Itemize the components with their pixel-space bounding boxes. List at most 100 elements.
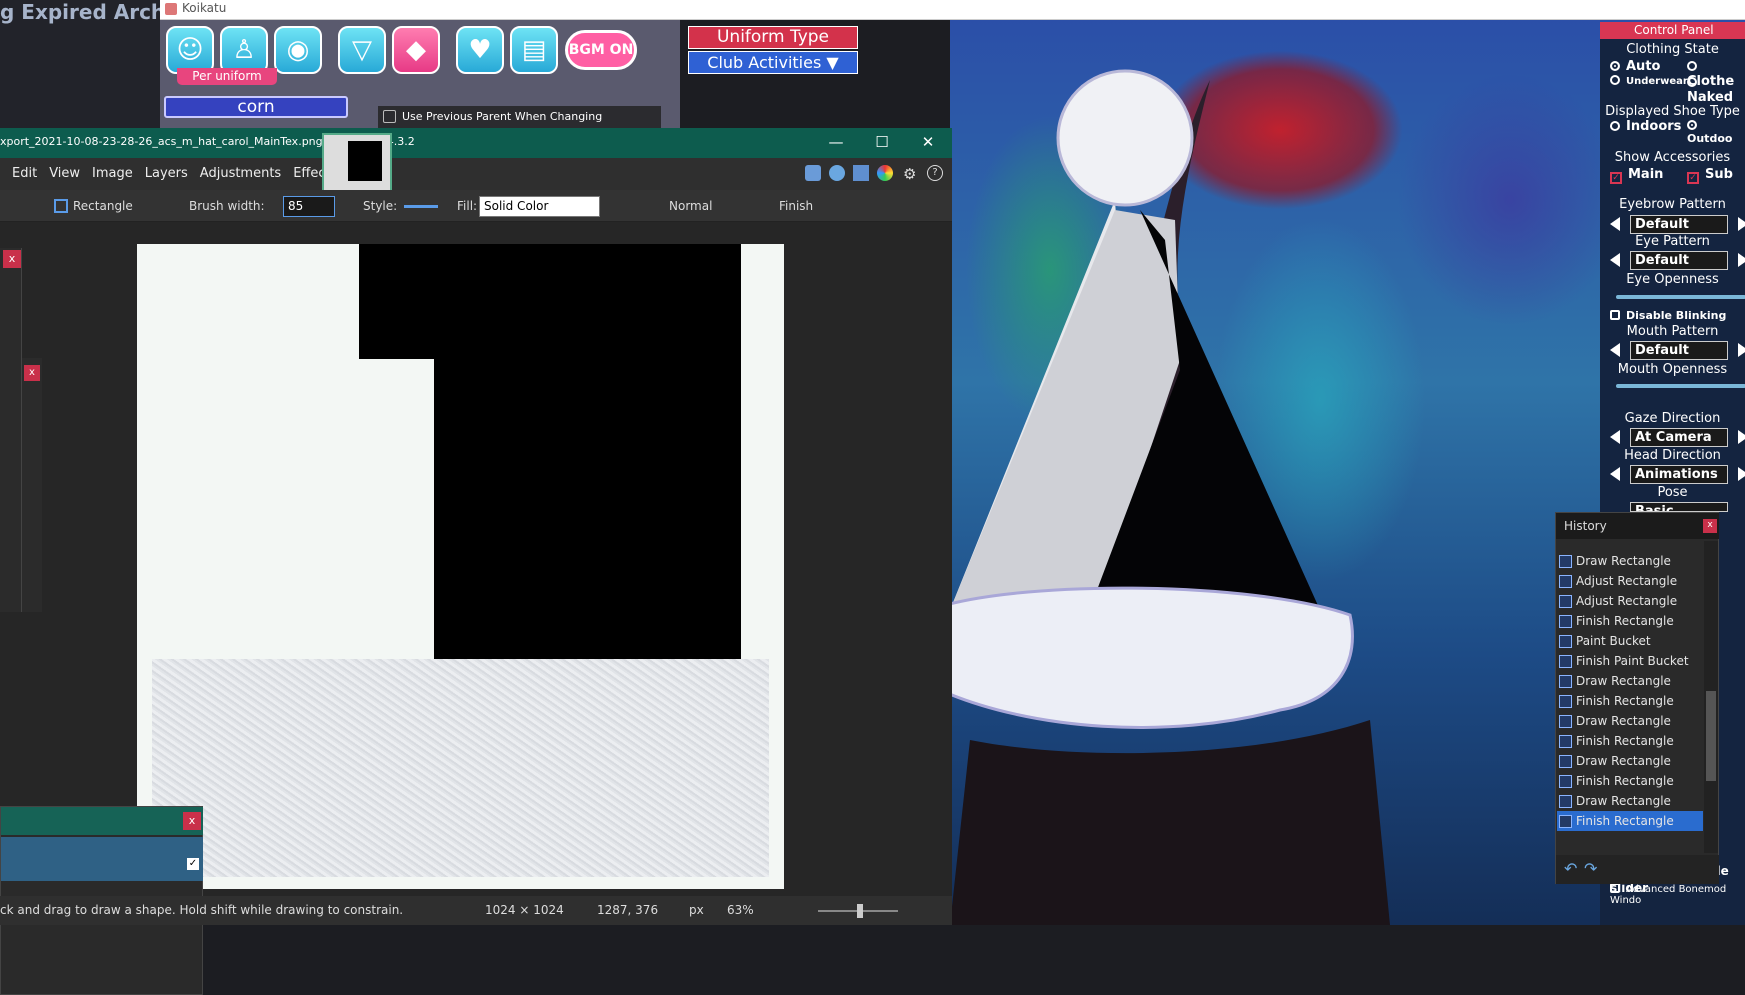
menu-layers[interactable]: Layers [145, 158, 188, 190]
gaze-direction-select[interactable]: At Camera [1630, 428, 1728, 447]
next-arrow-icon[interactable] [1738, 217, 1745, 231]
paintnet-window: xport_2021-10-08-23-28-26_acs_m_hat_caro… [0, 128, 952, 995]
document-icon[interactable]: ▤ [510, 26, 558, 74]
use-previous-parent-checkbox[interactable] [383, 110, 396, 123]
history-scrollbar[interactable] [1704, 541, 1718, 853]
next-arrow-icon[interactable] [1738, 467, 1745, 481]
advanced-bonemod-checkbox[interactable]: Advanced Bonemod Windo [1610, 883, 1745, 906]
layer-visible-checkbox[interactable]: ✓ [187, 858, 199, 870]
history-item-label: Finish Paint Bucket [1576, 654, 1689, 668]
uniform-type-button[interactable]: Uniform Type [688, 26, 858, 49]
undo-icon[interactable]: ↶ [1564, 859, 1577, 878]
menu-adjustments[interactable]: Adjustments [200, 158, 281, 190]
history-item[interactable]: Finish Rectangle [1557, 691, 1703, 711]
eye-pattern-select[interactable]: Default [1630, 251, 1728, 270]
history-item[interactable]: Adjust Rectangle [1557, 571, 1703, 591]
history-item[interactable]: Draw Rectangle [1557, 551, 1703, 571]
redo-icon[interactable]: ↷ [1584, 859, 1597, 878]
colors-icon[interactable] [877, 165, 893, 181]
history-close-icon[interactable]: x [1703, 519, 1717, 533]
outdoors-radio[interactable]: Outdoo [1687, 119, 1745, 145]
history-item-label: Finish Rectangle [1576, 614, 1674, 628]
history-item[interactable]: Finish Rectangle [1557, 811, 1703, 831]
minimize-icon[interactable]: — [813, 128, 859, 158]
prev-arrow-icon[interactable] [1610, 467, 1620, 481]
koikatu-title-bar[interactable]: Koikatu [160, 0, 1745, 20]
menu-edit[interactable]: Edit [12, 158, 37, 190]
image-canvas[interactable] [137, 244, 784, 889]
line-style-dropdown[interactable] [404, 205, 438, 208]
face-icon[interactable]: ☺ [166, 26, 214, 74]
close-icon[interactable]: ✕ [905, 128, 951, 158]
main-accessories-checkbox[interactable]: ✓ Main [1610, 167, 1663, 184]
history-item[interactable]: Draw Rectangle [1557, 751, 1703, 771]
underwear-radio[interactable]: Underwear [1610, 75, 1688, 87]
prev-arrow-icon[interactable] [1610, 430, 1620, 444]
club-activities-dropdown[interactable]: Club Activities ▼ [688, 51, 858, 74]
history-step-icon [1559, 655, 1572, 668]
accessory-icon[interactable]: ◆ [392, 26, 440, 74]
history-item[interactable]: Draw Rectangle [1557, 711, 1703, 731]
layer-row[interactable] [1, 837, 203, 881]
pose-select[interactable]: Basic [1630, 502, 1728, 512]
history-panel: History x Draw Rectangle Adjust Rectangle… [1555, 512, 1719, 884]
next-arrow-icon[interactable] [1738, 430, 1745, 444]
zoom-level[interactable]: 63% [727, 896, 754, 925]
zoom-slider-thumb[interactable] [857, 904, 863, 918]
history-item[interactable]: Finish Rectangle [1557, 771, 1703, 791]
history-item[interactable]: Paint Bucket [1557, 631, 1703, 651]
sub-accessories-checkbox[interactable]: ✓ Sub [1687, 167, 1733, 184]
history-item[interactable]: Finish Rectangle [1557, 731, 1703, 751]
eyebrow-pattern-select[interactable]: Default [1630, 215, 1728, 234]
naked-radio[interactable]: Naked [1687, 75, 1745, 105]
history-item[interactable]: Finish Rectangle [1557, 611, 1703, 631]
brush-width-input[interactable]: 85 [283, 196, 335, 217]
accessory-name-field[interactable]: corn [164, 96, 348, 118]
mouth-openness-slider[interactable] [1616, 384, 1745, 388]
radio-icon [1610, 121, 1620, 131]
bgm-button[interactable]: BGM ON [565, 30, 637, 70]
history-icon[interactable] [829, 165, 845, 181]
use-previous-parent-toggle[interactable]: Use Previous Parent When Changing Access… [378, 106, 661, 145]
hair-icon[interactable]: ◉ [274, 26, 322, 74]
eye-openness-slider[interactable] [1616, 295, 1745, 299]
history-item[interactable]: Finish Paint Bucket [1557, 651, 1703, 671]
finish-button[interactable]: Finish [779, 190, 813, 222]
paintnet-title-bar[interactable]: xport_2021-10-08-23-28-26_acs_m_hat_caro… [0, 128, 952, 158]
mouth-pattern-select[interactable]: Default [1630, 341, 1728, 360]
auto-radio[interactable]: Auto [1610, 59, 1660, 74]
prev-arrow-icon[interactable] [1610, 253, 1620, 267]
history-step-icon [1559, 695, 1572, 708]
next-arrow-icon[interactable] [1738, 343, 1745, 357]
menu-view[interactable]: View [49, 158, 80, 190]
layers-close-icon[interactable]: x [183, 812, 201, 830]
history-item[interactable]: Draw Rectangle [1557, 671, 1703, 691]
prev-arrow-icon[interactable] [1610, 343, 1620, 357]
maximize-icon[interactable]: ☐ [859, 128, 905, 158]
fur-texture-region [152, 659, 769, 877]
indoors-radio[interactable]: Indoors [1610, 119, 1681, 134]
layers-icon[interactable] [853, 165, 869, 181]
head-direction-select[interactable]: Animations [1630, 465, 1728, 484]
settings-icon[interactable]: ⚙ [903, 165, 916, 183]
history-item[interactable]: Adjust Rectangle [1557, 591, 1703, 611]
history-item-label: Paint Bucket [1576, 634, 1651, 648]
eye-openness-label: Eye Openness [1626, 272, 1719, 287]
help-icon[interactable]: ? [927, 165, 943, 181]
colors-close-icon[interactable]: x [24, 365, 40, 381]
fill-dropdown[interactable]: Solid Color [479, 196, 600, 217]
prev-arrow-icon[interactable] [1610, 217, 1620, 231]
body-icon[interactable]: ♙ [220, 26, 268, 74]
disable-blinking-checkbox[interactable]: Disable Blinking [1610, 309, 1726, 322]
tools-close-icon[interactable]: x [3, 250, 21, 268]
next-arrow-icon[interactable] [1738, 253, 1745, 267]
menu-image[interactable]: Image [92, 158, 133, 190]
heart-icon[interactable]: ♥ [456, 26, 504, 74]
radio-icon [1687, 120, 1697, 130]
tools-icon[interactable] [805, 165, 821, 181]
clothing-icon[interactable]: ▽ [338, 26, 386, 74]
units-dropdown[interactable]: px [689, 896, 704, 925]
blend-mode-dropdown[interactable]: Normal [669, 190, 712, 222]
shape-type-dropdown[interactable]: Rectangle [73, 190, 133, 222]
history-item[interactable]: Draw Rectangle [1557, 791, 1703, 811]
